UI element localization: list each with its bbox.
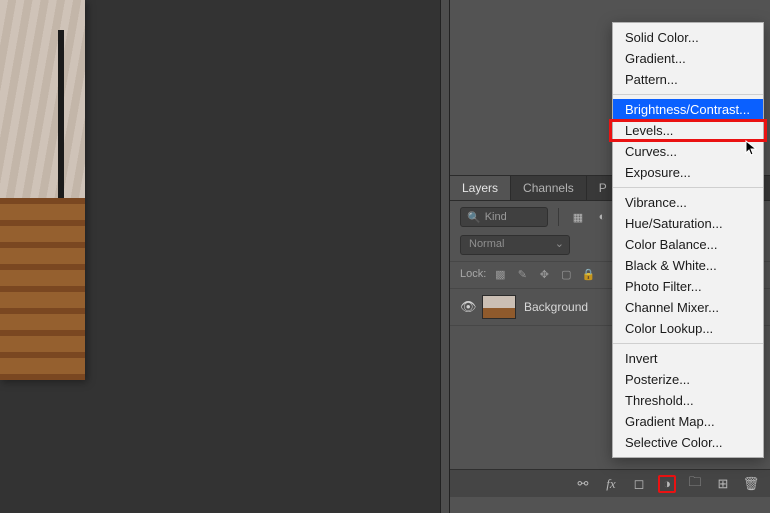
canvas-area[interactable]	[0, 0, 440, 513]
menu-selective-color[interactable]: Selective Color...	[613, 432, 763, 453]
tab-channels[interactable]: Channels	[511, 176, 587, 200]
menu-curves[interactable]: Curves...	[613, 141, 763, 162]
separator	[558, 208, 559, 226]
document-canvas[interactable]	[0, 0, 85, 380]
menu-color-lookup[interactable]: Color Lookup...	[613, 318, 763, 339]
layer-mask-icon[interactable]: ◻	[630, 475, 648, 493]
layers-bottom-bar: ⚯ fx ◻ ◑ 🗀 ⊞ 🗑	[450, 469, 770, 497]
layer-kind-search[interactable]: 🔍 Kind	[460, 207, 548, 227]
link-layers-icon[interactable]: ⚯	[574, 475, 592, 493]
menu-photo-filter[interactable]: Photo Filter...	[613, 276, 763, 297]
menu-separator	[613, 187, 763, 188]
filter-adjust-icon[interactable]: ◐	[593, 208, 611, 226]
menu-separator	[613, 343, 763, 344]
menu-color-balance[interactable]: Color Balance...	[613, 234, 763, 255]
lamp-stand-graphic	[58, 30, 64, 350]
menu-gradient[interactable]: Gradient...	[613, 48, 763, 69]
menu-channel-mixer[interactable]: Channel Mixer...	[613, 297, 763, 318]
lock-artboard-icon[interactable]: ▢	[558, 266, 574, 282]
lock-label: Lock:	[460, 268, 486, 280]
adjustment-layer-menu: Solid Color... Gradient... Pattern... Br…	[612, 22, 764, 458]
menu-gradient-map[interactable]: Gradient Map...	[613, 411, 763, 432]
adjustment-layer-icon[interactable]: ◑	[658, 475, 676, 493]
lock-all-icon[interactable]: 🔒	[580, 266, 596, 282]
menu-invert[interactable]: Invert	[613, 348, 763, 369]
blend-mode-select[interactable]: Normal	[460, 235, 570, 255]
search-icon: 🔍	[467, 211, 481, 224]
menu-levels[interactable]: Levels...	[613, 120, 763, 141]
layer-style-icon[interactable]: fx	[602, 475, 620, 493]
filter-pixel-icon[interactable]: ▦	[569, 208, 587, 226]
menu-posterize[interactable]: Posterize...	[613, 369, 763, 390]
layer-thumbnail[interactable]	[482, 295, 516, 319]
menu-black-white[interactable]: Black & White...	[613, 255, 763, 276]
kind-label: Kind	[485, 211, 507, 223]
visibility-icon[interactable]: 👁	[460, 299, 474, 315]
lock-pixels-icon[interactable]: ✎	[514, 266, 530, 282]
panel-divider[interactable]	[440, 0, 450, 513]
new-group-icon[interactable]: 🗀	[686, 475, 704, 493]
lock-position-icon[interactable]: ✥	[536, 266, 552, 282]
lock-transparency-icon[interactable]: ▩	[492, 266, 508, 282]
menu-brightness-contrast[interactable]: Brightness/Contrast...	[613, 99, 763, 120]
workspace: Layers Channels P 🔍 Kind ▦ ◐ Normal Lock…	[0, 0, 770, 513]
menu-vibrance[interactable]: Vibrance...	[613, 192, 763, 213]
tab-layers[interactable]: Layers	[450, 176, 511, 200]
menu-hue-saturation[interactable]: Hue/Saturation...	[613, 213, 763, 234]
delete-layer-icon[interactable]: 🗑	[742, 475, 760, 493]
menu-solid-color[interactable]: Solid Color...	[613, 27, 763, 48]
menu-threshold[interactable]: Threshold...	[613, 390, 763, 411]
menu-exposure[interactable]: Exposure...	[613, 162, 763, 183]
menu-pattern[interactable]: Pattern...	[613, 69, 763, 90]
menu-separator	[613, 94, 763, 95]
new-layer-icon[interactable]: ⊞	[714, 475, 732, 493]
